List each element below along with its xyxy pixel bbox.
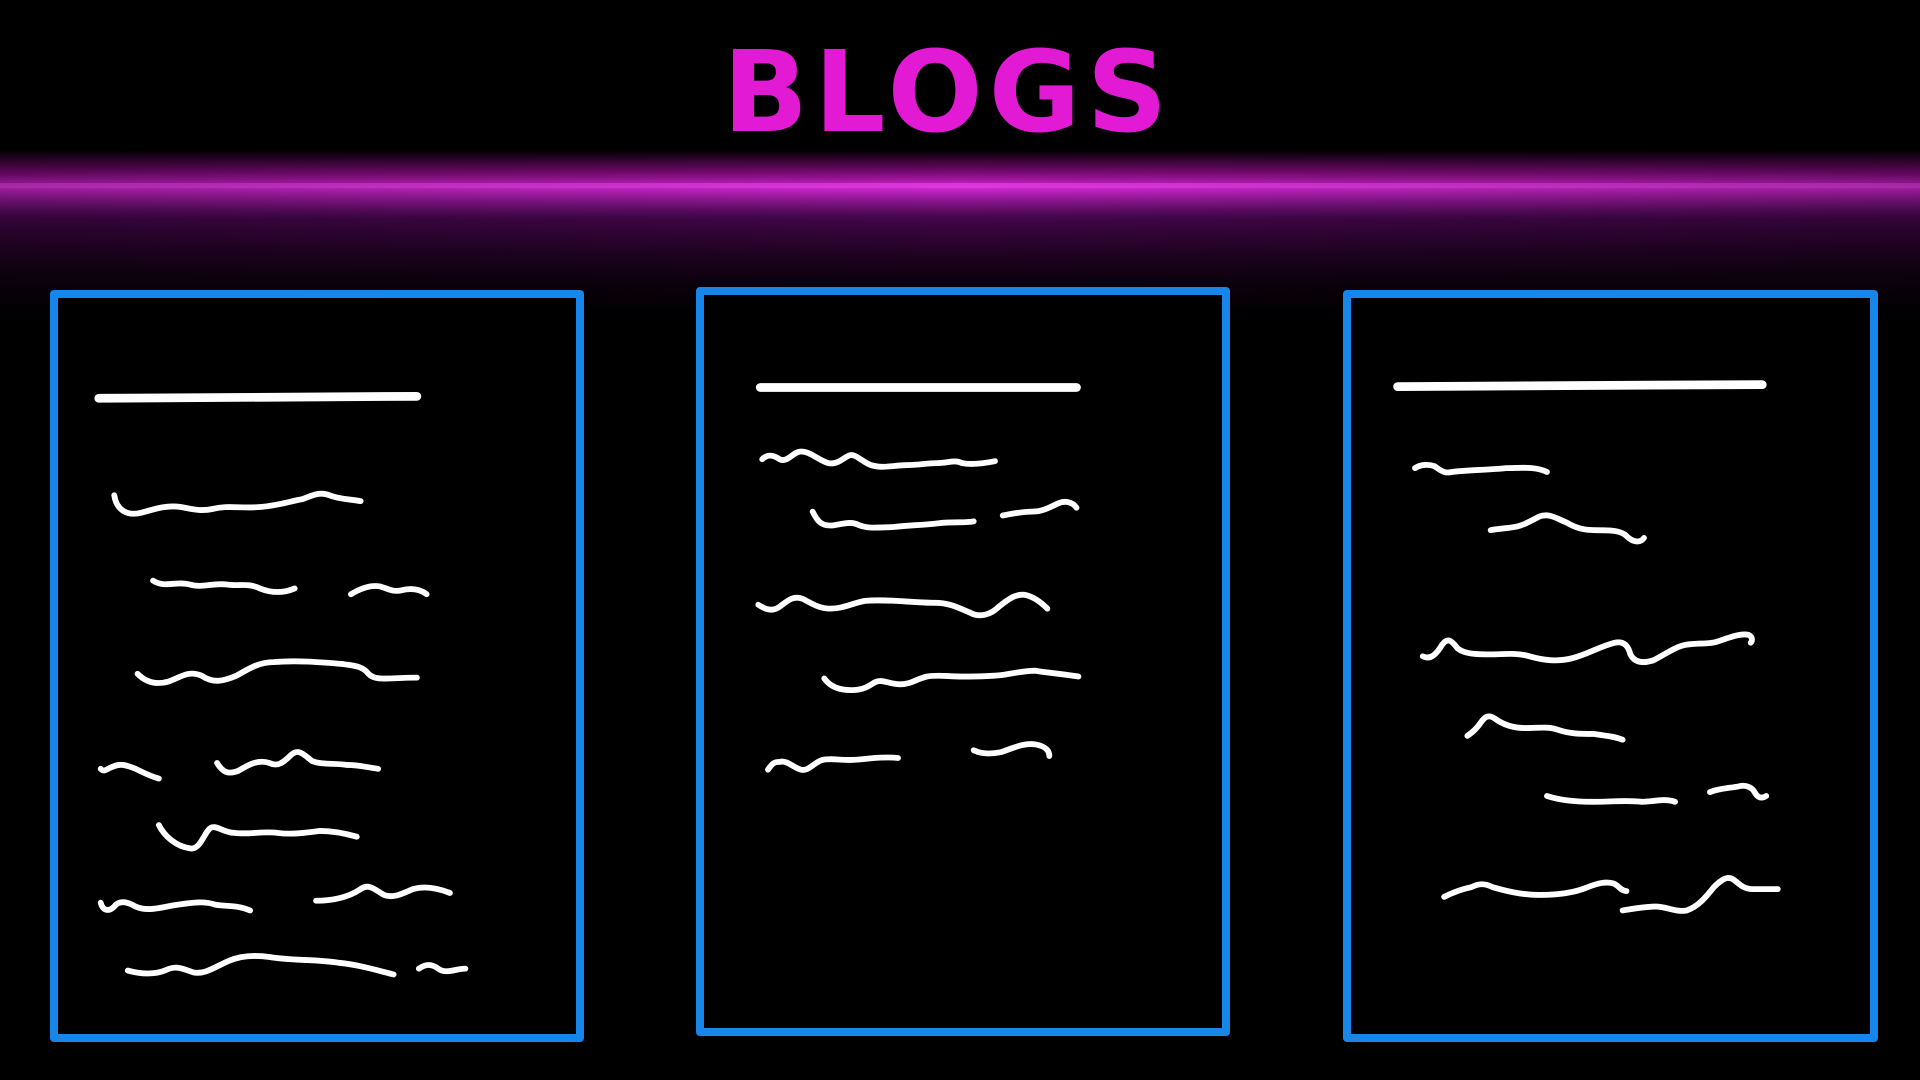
blog-card-3[interactable]: blog-title-placeholder: [1343, 290, 1878, 1042]
text-line-placeholder: [821, 667, 1082, 694]
blog-card-2[interactable]: blog-title-placeholder: [696, 287, 1230, 1036]
text-line-placeholder: [755, 591, 1051, 619]
text-line-placeholder: [1464, 713, 1626, 743]
text-line-placeholder: [999, 498, 1080, 519]
text-line-placeholder: [97, 761, 162, 782]
blog-card-3-content: [1393, 380, 1781, 914]
text-line-placeholder: [765, 754, 901, 773]
text-line-placeholder: [97, 899, 253, 914]
blog-title-placeholder: [94, 391, 422, 403]
text-line-placeholder: [124, 952, 397, 978]
blog-card-list: blog-title-placeholder blog-title-placeh…: [0, 0, 1920, 1080]
text-line-placeholder: [759, 448, 998, 470]
text-line-placeholder: [415, 962, 469, 975]
blog-card-1-content: [94, 391, 469, 978]
text-line-placeholder: [1419, 631, 1755, 665]
text-line-placeholder: [1619, 875, 1781, 914]
text-line-placeholder: [1707, 782, 1770, 801]
text-line-placeholder: [1544, 793, 1678, 805]
text-line-placeholder: [1412, 461, 1550, 476]
blog-card-1[interactable]: blog-title-placeholder: [50, 290, 584, 1042]
text-line-placeholder: [214, 749, 382, 776]
text-line-placeholder: [1441, 879, 1630, 900]
text-line-placeholder: [970, 741, 1053, 759]
text-line-placeholder: [313, 883, 453, 904]
text-line-placeholder: [150, 577, 298, 595]
text-line-placeholder: [155, 822, 360, 852]
text-line-placeholder: [809, 508, 977, 531]
blog-title-placeholder: [1393, 380, 1767, 391]
text-line-placeholder: [1487, 512, 1647, 545]
text-line-placeholder: [348, 583, 430, 598]
text-line-placeholder: [111, 490, 364, 517]
blog-card-2-content: [755, 383, 1082, 773]
text-line-placeholder: [134, 658, 420, 686]
